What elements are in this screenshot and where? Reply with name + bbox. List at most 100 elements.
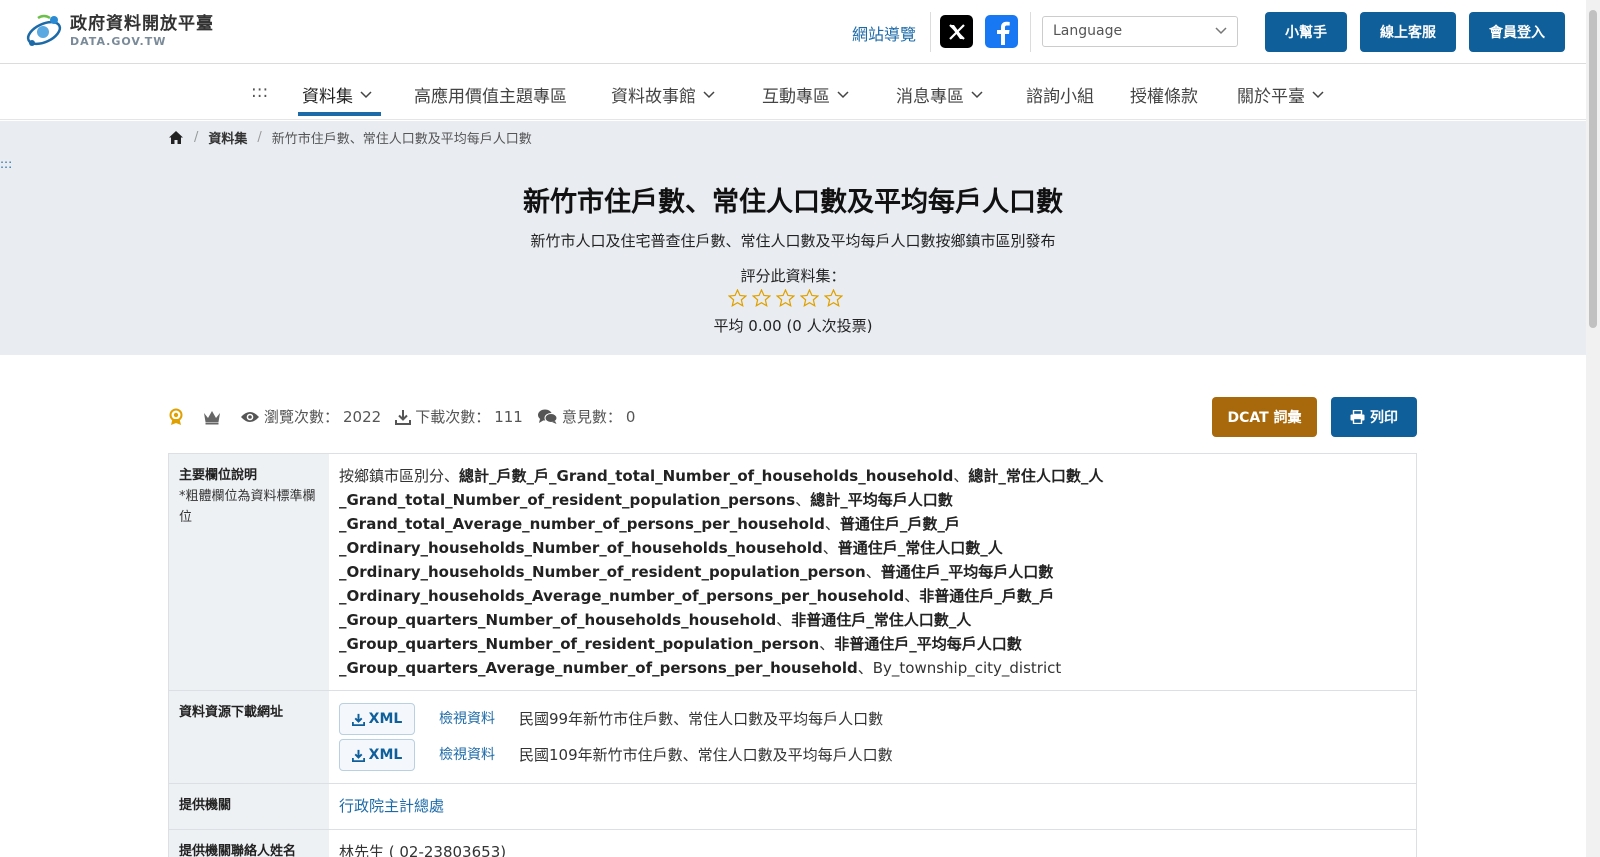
- nav-item-about[interactable]: 關於平臺: [1237, 82, 1324, 107]
- agency-content: 行政院主計總處: [329, 784, 1416, 829]
- row-agency: 提供機關 行政院主計總處: [169, 784, 1416, 830]
- nav-active-indicator: [298, 112, 381, 116]
- site-navigation-link[interactable]: 網站導覽: [852, 21, 916, 45]
- chevron-down-icon: [837, 90, 849, 98]
- download-xml-button[interactable]: XML: [339, 703, 415, 735]
- contact-header: 提供機關聯絡人姓名: [169, 829, 329, 857]
- breadcrumb: / 資料集 / 新竹市住戶數、常住人口數及平均每戶人口數: [168, 128, 532, 147]
- resource-item: XML 檢視資料 民國109年新竹市住戶數、常住人口數及平均每戶人口數: [339, 737, 1406, 773]
- nav-accesskey[interactable]: :::: [251, 82, 268, 102]
- fields-suffix: By_township_city_district: [872, 659, 1062, 677]
- resource-name: 民國99年新竹市住戶數、常住人口數及平均每戶人口數: [519, 710, 884, 728]
- resource-item: XML 檢視資料 民國99年新竹市住戶數、常住人口數及平均每戶人口數: [339, 701, 1406, 737]
- breadcrumb-datasets[interactable]: 資料集: [208, 128, 247, 147]
- rating-stars[interactable]: [728, 289, 848, 307]
- crown-icon: [204, 410, 220, 424]
- logo-subtitle: DATA.GOV.TW: [70, 34, 167, 48]
- chevron-down-icon: [703, 90, 715, 98]
- download-icon: [395, 409, 412, 425]
- nav-item-advisory[interactable]: 諮詢小組: [1026, 82, 1094, 107]
- nav-item-high-value[interactable]: 高應用價值主題專區: [414, 82, 567, 107]
- nav-item-datasets[interactable]: 資料集: [302, 82, 372, 107]
- chevron-down-icon: [1215, 27, 1227, 35]
- format-label: XML: [368, 747, 403, 763]
- view-data-link[interactable]: 檢視資料: [439, 743, 495, 767]
- chevron-down-icon: [360, 90, 372, 98]
- printer-icon: [1350, 410, 1365, 424]
- resource-name: 民國109年新竹市住戶數、常住人口數及平均每戶人口數: [519, 746, 893, 764]
- divider: [1030, 12, 1031, 52]
- nav-label: 關於平臺: [1237, 87, 1305, 107]
- online-service-button[interactable]: 線上客服: [1360, 12, 1456, 52]
- nav-item-license[interactable]: 授權條款: [1130, 82, 1198, 107]
- home-icon[interactable]: [168, 130, 184, 145]
- chevron-down-icon: [1312, 90, 1324, 98]
- main-fields-title: 主要欄位說明: [179, 468, 258, 483]
- eye-icon: [241, 411, 259, 422]
- logo-title: 政府資料開放平臺: [70, 13, 214, 34]
- contact-content: 林先生 ( 02-23803653): [339, 842, 507, 857]
- nav-label: 資料集: [302, 87, 353, 107]
- facebook-icon[interactable]: [985, 15, 1018, 48]
- dataset-info-table: 主要欄位說明 *粗體欄位為資料標準欄位 按鄉鎮市區別分、總計_戶數_戶_Gran…: [168, 453, 1417, 857]
- site-header: 政府資料開放平臺 DATA.GOV.TW 網站導覽 Language 小幫手 線…: [0, 0, 1586, 64]
- downloads-label: 下載次數：: [415, 408, 491, 426]
- row-contact: 提供機關聯絡人姓名 林先生 ( 02-23803653): [169, 829, 1416, 857]
- dcat-vocabulary-button[interactable]: DCAT 詞彙: [1212, 397, 1317, 437]
- agency-header: 提供機關: [169, 784, 329, 829]
- print-label: 列印: [1370, 410, 1398, 426]
- chevron-down-icon: [971, 90, 983, 98]
- nav-item-interactive[interactable]: 互動專區: [762, 82, 849, 107]
- nav-item-stories[interactable]: 資料故事館: [611, 82, 715, 107]
- language-select[interactable]: Language: [1042, 16, 1238, 47]
- star-icon[interactable]: [728, 289, 747, 307]
- breadcrumb-separator: /: [257, 130, 262, 145]
- row-resources: 資料資源下載網址 XML 檢視資料 民國99年新竹市住戶數、常住人口數及平均每戶…: [169, 691, 1416, 784]
- site-logo[interactable]: 政府資料開放平臺 DATA.GOV.TW: [24, 12, 214, 50]
- breadcrumb-current: 新竹市住戶數、常住人口數及平均每戶人口數: [271, 132, 532, 147]
- helper-button[interactable]: 小幫手: [1265, 12, 1347, 52]
- nav-label: 互動專區: [762, 87, 830, 107]
- resources-header: 資料資源下載網址: [169, 691, 329, 783]
- resources-content: XML 檢視資料 民國99年新竹市住戶數、常住人口數及平均每戶人口數 XML 檢…: [329, 691, 1416, 783]
- view-data-link[interactable]: 檢視資料: [439, 707, 495, 731]
- download-xml-button[interactable]: XML: [339, 739, 415, 771]
- agency-link[interactable]: 行政院主計總處: [339, 797, 444, 815]
- main-navigation: ::: 資料集 高應用價值主題專區 資料故事館 互動專區 消息專區 諮詢小組 授…: [0, 65, 1586, 120]
- rating-label: 評分此資料集：: [740, 267, 846, 285]
- main-fields-header: 主要欄位說明 *粗體欄位為資料標準欄位: [169, 454, 329, 690]
- nav-label: 消息專區: [896, 87, 964, 107]
- star-icon[interactable]: [824, 289, 843, 307]
- downloads-count: 111: [494, 407, 523, 426]
- divider: [930, 12, 931, 52]
- field-bold: 總計_戶數_戶_Grand_total_Number_of_households…: [459, 467, 954, 485]
- nav-item-news[interactable]: 消息專區: [896, 82, 983, 107]
- comments-icon: [537, 409, 558, 424]
- main-fields-note: *粗體欄位為資料標準欄位: [179, 488, 316, 525]
- star-icon[interactable]: [800, 289, 819, 307]
- rating-average: 平均 0.00 (0 人次投票): [713, 317, 873, 335]
- star-icon[interactable]: [752, 289, 771, 307]
- download-icon: [351, 713, 365, 726]
- page-title: 新竹市住戶數、常住人口數及平均每戶人口數: [523, 187, 1063, 218]
- row-main-fields: 主要欄位說明 *粗體欄位為資料標準欄位 按鄉鎮市區別分、總計_戶數_戶_Gran…: [169, 454, 1416, 691]
- page-subtitle: 新竹市人口及住宅普查住戶數、常住人口數及平均每戶人口數按鄉鎮市區別發布: [530, 232, 1056, 250]
- dataset-stats: 瀏覽次數： 2022 下載次數： 111 意見數： 0: [168, 406, 649, 427]
- fields-prefix: 按鄉鎮市區別分、: [339, 467, 460, 485]
- comments-label: 意見數：: [561, 408, 622, 426]
- scrollbar-thumb[interactable]: [1589, 10, 1597, 328]
- breadcrumb-separator: /: [194, 130, 199, 145]
- main-fields-content: 按鄉鎮市區別分、總計_戶數_戶_Grand_total_Number_of_ho…: [339, 467, 1104, 677]
- language-select-value: Language: [1053, 23, 1123, 39]
- views-label: 瀏覽次數：: [264, 408, 340, 426]
- format-label: XML: [368, 711, 403, 727]
- download-icon: [351, 749, 365, 762]
- logo-icon: [26, 14, 62, 46]
- comments-count: 0: [625, 407, 636, 426]
- x-twitter-icon[interactable]: [940, 15, 973, 48]
- star-icon[interactable]: [776, 289, 795, 307]
- content-accesskey[interactable]: :::: [0, 157, 12, 171]
- member-login-button[interactable]: 會員登入: [1469, 12, 1565, 52]
- print-button[interactable]: 列印: [1331, 397, 1417, 437]
- views-count: 2022: [343, 407, 382, 426]
